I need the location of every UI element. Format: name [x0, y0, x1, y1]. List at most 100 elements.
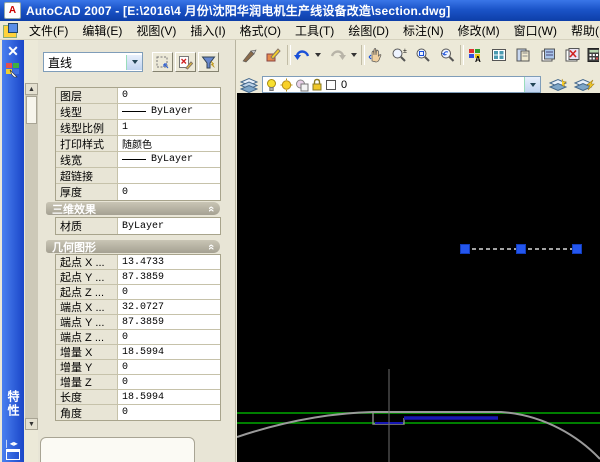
menu-item-view[interactable]: 视图(V)	[129, 20, 183, 41]
prop-row-material[interactable]: 材质 ByLayer	[56, 218, 220, 234]
menu-item-edit[interactable]: 编辑(E)	[75, 20, 129, 41]
menu-item-insert[interactable]: 插入(I)	[183, 20, 232, 41]
drawing-area[interactable]	[237, 93, 600, 462]
menu-item-tools[interactable]: 工具(T)	[288, 20, 341, 41]
menu-bar: 文件(F) 编辑(E) 视图(V) 插入(I) 格式(O) 工具(T) 绘图(D…	[0, 21, 600, 40]
prop-row-lineweight[interactable]: 线宽 ByLayer	[56, 152, 220, 168]
prop-value[interactable]: 0	[122, 377, 128, 388]
layer-previous-button[interactable]	[571, 75, 597, 94]
pan-realtime-button[interactable]	[364, 44, 386, 66]
prop-value[interactable]: 18.5994	[122, 392, 164, 403]
prop-row-layer[interactable]: 图层 0	[56, 88, 220, 104]
tool-palettes-button[interactable]	[512, 44, 534, 66]
prop-value[interactable]: 0	[122, 187, 128, 198]
zoom-realtime-button[interactable]: ±	[388, 44, 410, 66]
properties-palette-button[interactable]: A	[464, 44, 486, 66]
zoom-previous-button[interactable]	[436, 44, 458, 66]
layer-combo-dropdown[interactable]	[524, 77, 540, 92]
prop-row-angle[interactable]: 角度 0	[56, 405, 220, 420]
object-type-dropdown[interactable]	[126, 54, 142, 70]
palette-properties-icon[interactable]	[6, 449, 20, 460]
prop-row-linetype-scale[interactable]: 线型比例 1	[56, 120, 220, 136]
layer-combo[interactable]: 0	[262, 76, 541, 93]
prop-row-end-y[interactable]: 端点 Y ... 87.3859	[56, 315, 220, 330]
quick-select-button[interactable]	[198, 52, 219, 72]
menu-item-file[interactable]: 文件(F)	[22, 20, 75, 41]
prop-row-start-z[interactable]: 起点 Z ... 0	[56, 285, 220, 300]
make-layer-current-icon	[548, 78, 568, 91]
redo-button[interactable]	[327, 44, 349, 66]
scroll-up-icon[interactable]: ▲	[25, 83, 38, 95]
layer-lock-icon[interactable]	[311, 78, 323, 92]
scrollbar-thumb[interactable]	[26, 96, 37, 124]
scroll-down-icon[interactable]: ▼	[25, 418, 38, 430]
sheet-set-manager-button[interactable]	[537, 44, 559, 66]
palette-bottom-section	[40, 437, 195, 462]
prop-row-hyperlink[interactable]: 超链接	[56, 168, 220, 184]
prop-row-start-x[interactable]: 起点 X ... 13.4733	[56, 255, 220, 270]
prop-row-delta-x[interactable]: 增量 X 18.5994	[56, 345, 220, 360]
prop-value[interactable]: 随颜色	[122, 136, 152, 152]
make-object-layer-current-button[interactable]	[546, 75, 570, 94]
prop-row-plot-style[interactable]: 打印样式 随颜色	[56, 136, 220, 152]
prop-value[interactable]: 13.4733	[122, 257, 164, 268]
layer-vp-freeze-icon[interactable]	[295, 78, 309, 92]
prop-value[interactable]: 87.3859	[122, 317, 164, 328]
layer-freeze-sun-icon[interactable]	[280, 78, 293, 92]
prop-value[interactable]: ByLayer	[151, 106, 193, 117]
grip-end[interactable]	[572, 244, 582, 254]
prop-row-end-z[interactable]: 端点 Z ... 0	[56, 330, 220, 345]
drawing-file-icon[interactable]	[3, 23, 18, 38]
collapse-chevron-icon[interactable]: «	[205, 243, 217, 249]
zoom-window-button[interactable]	[412, 44, 434, 66]
menu-item-help[interactable]: 帮助(H)	[564, 20, 600, 41]
undo-dropdown[interactable]	[313, 44, 323, 66]
prop-value[interactable]: 0	[122, 287, 128, 298]
prop-row-thickness[interactable]: 厚度 0	[56, 184, 220, 200]
prop-value[interactable]: 0	[122, 362, 128, 373]
prop-value[interactable]: 1	[122, 122, 128, 133]
block-editor-button[interactable]	[262, 44, 284, 66]
menu-item-draw[interactable]: 绘图(D)	[341, 20, 396, 41]
section-header-3d[interactable]: 三维效果 «	[46, 202, 220, 216]
close-icon[interactable]: ✕	[5, 43, 21, 59]
grip-midpoint[interactable]	[516, 244, 526, 254]
prop-row-length[interactable]: 长度 18.5994	[56, 390, 220, 405]
prop-value[interactable]: 87.3859	[122, 272, 164, 283]
prop-value[interactable]: 0	[122, 407, 128, 418]
section-header-geometry[interactable]: 几何图形 «	[46, 240, 220, 254]
menu-item-format[interactable]: 格式(O)	[233, 20, 288, 41]
palette-title-bar[interactable]: ✕ 特性 ❘◂▸	[2, 40, 24, 462]
auto-hide-icon[interactable]: ❘◂▸	[3, 439, 18, 448]
menu-item-window[interactable]: 窗口(W)	[507, 20, 564, 41]
palette-scrollbar[interactable]: ▲ ▼	[25, 83, 38, 430]
prop-value[interactable]: 0	[122, 90, 128, 101]
prop-row-delta-z[interactable]: 增量 Z 0	[56, 375, 220, 390]
layer-properties-manager-button[interactable]	[237, 75, 261, 94]
prop-row-delta-y[interactable]: 增量 Y 0	[56, 360, 220, 375]
toggle-pickadd-button[interactable]	[152, 52, 173, 72]
menu-item-modify[interactable]: 修改(M)	[451, 20, 507, 41]
prop-value[interactable]: ByLayer	[122, 221, 164, 232]
quickcalc-button[interactable]	[585, 44, 600, 66]
select-objects-button[interactable]	[175, 52, 196, 72]
layer-on-bulb-icon[interactable]	[265, 78, 278, 92]
layer-color-swatch[interactable]	[325, 79, 337, 91]
undo-button[interactable]	[291, 44, 313, 66]
designcenter-button[interactable]	[488, 44, 510, 66]
prop-value[interactable]: 32.0727	[122, 302, 164, 313]
grip-start[interactable]	[460, 244, 470, 254]
match-properties-button[interactable]	[238, 44, 260, 66]
prop-row-end-x[interactable]: 端点 X ... 32.0727	[56, 300, 220, 315]
object-type-combo[interactable]: 直线	[43, 52, 143, 72]
menu-item-dimension[interactable]: 标注(N)	[396, 20, 451, 41]
prop-value[interactable]: 18.5994	[122, 347, 164, 358]
redo-dropdown[interactable]	[349, 44, 359, 66]
markup-set-manager-button[interactable]	[561, 44, 583, 66]
prop-value[interactable]: 0	[122, 332, 128, 343]
drawing-canvas[interactable]	[237, 93, 600, 462]
prop-value[interactable]: ByLayer	[151, 154, 193, 165]
prop-row-linetype[interactable]: 线型 ByLayer	[56, 104, 220, 120]
prop-row-start-y[interactable]: 起点 Y ... 87.3859	[56, 270, 220, 285]
collapse-chevron-icon[interactable]: «	[205, 205, 217, 211]
